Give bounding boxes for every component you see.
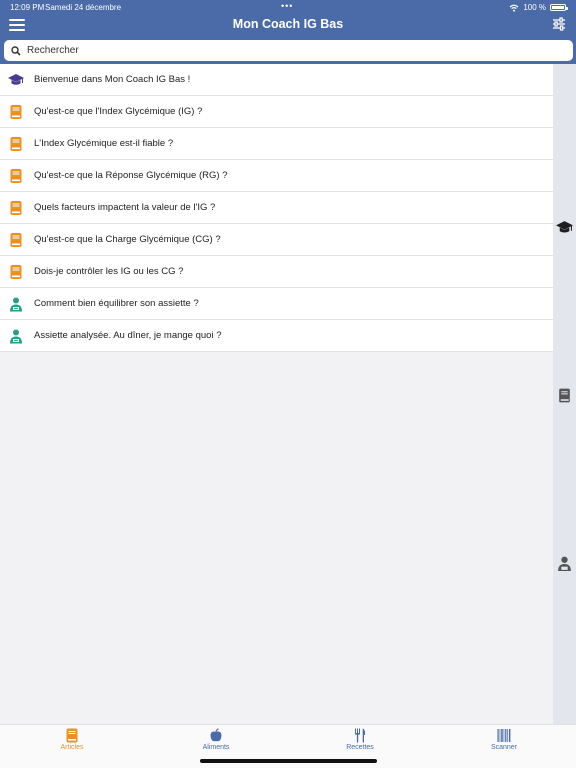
section-index	[553, 64, 576, 724]
graduation-cap-icon[interactable]	[556, 219, 573, 236]
book-icon	[8, 136, 24, 152]
book-icon	[8, 264, 24, 280]
barcode-icon	[497, 729, 511, 742]
tab-label: Aliments	[202, 744, 230, 751]
article-title: Quels facteurs impactent la valeur de l'…	[34, 202, 216, 213]
header: 12:09 PM Samedi 24 décembre ••• 100 % Mo…	[0, 0, 576, 64]
article-title: L'Index Glycémique est-il fiable ?	[34, 138, 174, 149]
tab-aliments[interactable]: Aliments	[171, 728, 261, 754]
wifi-icon	[509, 4, 519, 12]
status-right: 100 %	[509, 3, 568, 12]
battery-percent: 100 %	[523, 3, 546, 12]
status-time: 12:09 PM	[10, 3, 45, 12]
book-icon	[8, 232, 24, 248]
filter-settings-button[interactable]	[552, 17, 566, 31]
status-bar: 12:09 PM Samedi 24 décembre ••• 100 %	[0, 0, 576, 14]
article-title: Bienvenue dans Mon Coach IG Bas !	[34, 74, 191, 85]
article-title: Qu'est-ce que l'Index Glycémique (IG) ?	[34, 106, 203, 117]
book-icon	[8, 200, 24, 216]
book-icon	[66, 728, 78, 743]
article-row[interactable]: Dois-je contrôler les IG ou les CG ?	[0, 256, 553, 288]
page-title: Mon Coach IG Bas	[232, 17, 344, 31]
article-title: Dois-je contrôler les IG ou les CG ?	[34, 266, 184, 277]
article-title: Qu'est-ce que la Réponse Glycémique (RG)…	[34, 170, 228, 181]
navigation-bar: Mon Coach IG Bas	[0, 14, 576, 36]
battery-icon	[550, 4, 568, 11]
apple-icon	[210, 728, 222, 742]
tab-label: Recettes	[346, 744, 374, 751]
article-row[interactable]: L'Index Glycémique est-il fiable ?	[0, 128, 553, 160]
search-input[interactable]	[27, 45, 547, 56]
home-indicator[interactable]	[200, 759, 377, 763]
search-bar	[4, 40, 573, 61]
article-row[interactable]: Qu'est-ce que la Réponse Glycémique (RG)…	[0, 160, 553, 192]
tab-label: Scanner	[490, 744, 518, 751]
search-icon	[11, 45, 21, 56]
article-title: Comment bien équilibrer son assiette ?	[34, 298, 199, 309]
article-title: Assiette analysée. Au dîner, je mange qu…	[34, 330, 222, 341]
book-icon	[8, 104, 24, 120]
article-row[interactable]: Quels facteurs impactent la valeur de l'…	[0, 192, 553, 224]
tab-recettes[interactable]: Recettes	[315, 728, 405, 754]
article-row[interactable]: Qu'est-ce que la Charge Glycémique (CG) …	[0, 224, 553, 256]
tab-articles[interactable]: Articles	[27, 728, 117, 754]
coach-icon	[8, 296, 24, 312]
graduation-cap-icon	[8, 72, 24, 88]
book-icon[interactable]	[556, 387, 573, 404]
tab-label: Articles	[60, 744, 84, 751]
article-row[interactable]: Qu'est-ce que l'Index Glycémique (IG) ?	[0, 96, 553, 128]
article-list: Bienvenue dans Mon Coach IG Bas ! Qu'est-…	[0, 64, 553, 352]
tab-scanner[interactable]: Scanner	[459, 728, 549, 754]
book-icon	[8, 168, 24, 184]
multitasking-dots[interactable]: •••	[281, 1, 293, 11]
coach-icon	[8, 328, 24, 344]
coach-icon[interactable]	[556, 555, 573, 572]
article-title: Qu'est-ce que la Charge Glycémique (CG) …	[34, 234, 221, 245]
utensils-icon	[355, 728, 366, 743]
article-row[interactable]: Comment bien équilibrer son assiette ?	[0, 288, 553, 320]
status-date: Samedi 24 décembre	[45, 3, 122, 12]
article-row[interactable]: Assiette analysée. Au dîner, je mange qu…	[0, 320, 553, 352]
article-row[interactable]: Bienvenue dans Mon Coach IG Bas !	[0, 64, 553, 96]
